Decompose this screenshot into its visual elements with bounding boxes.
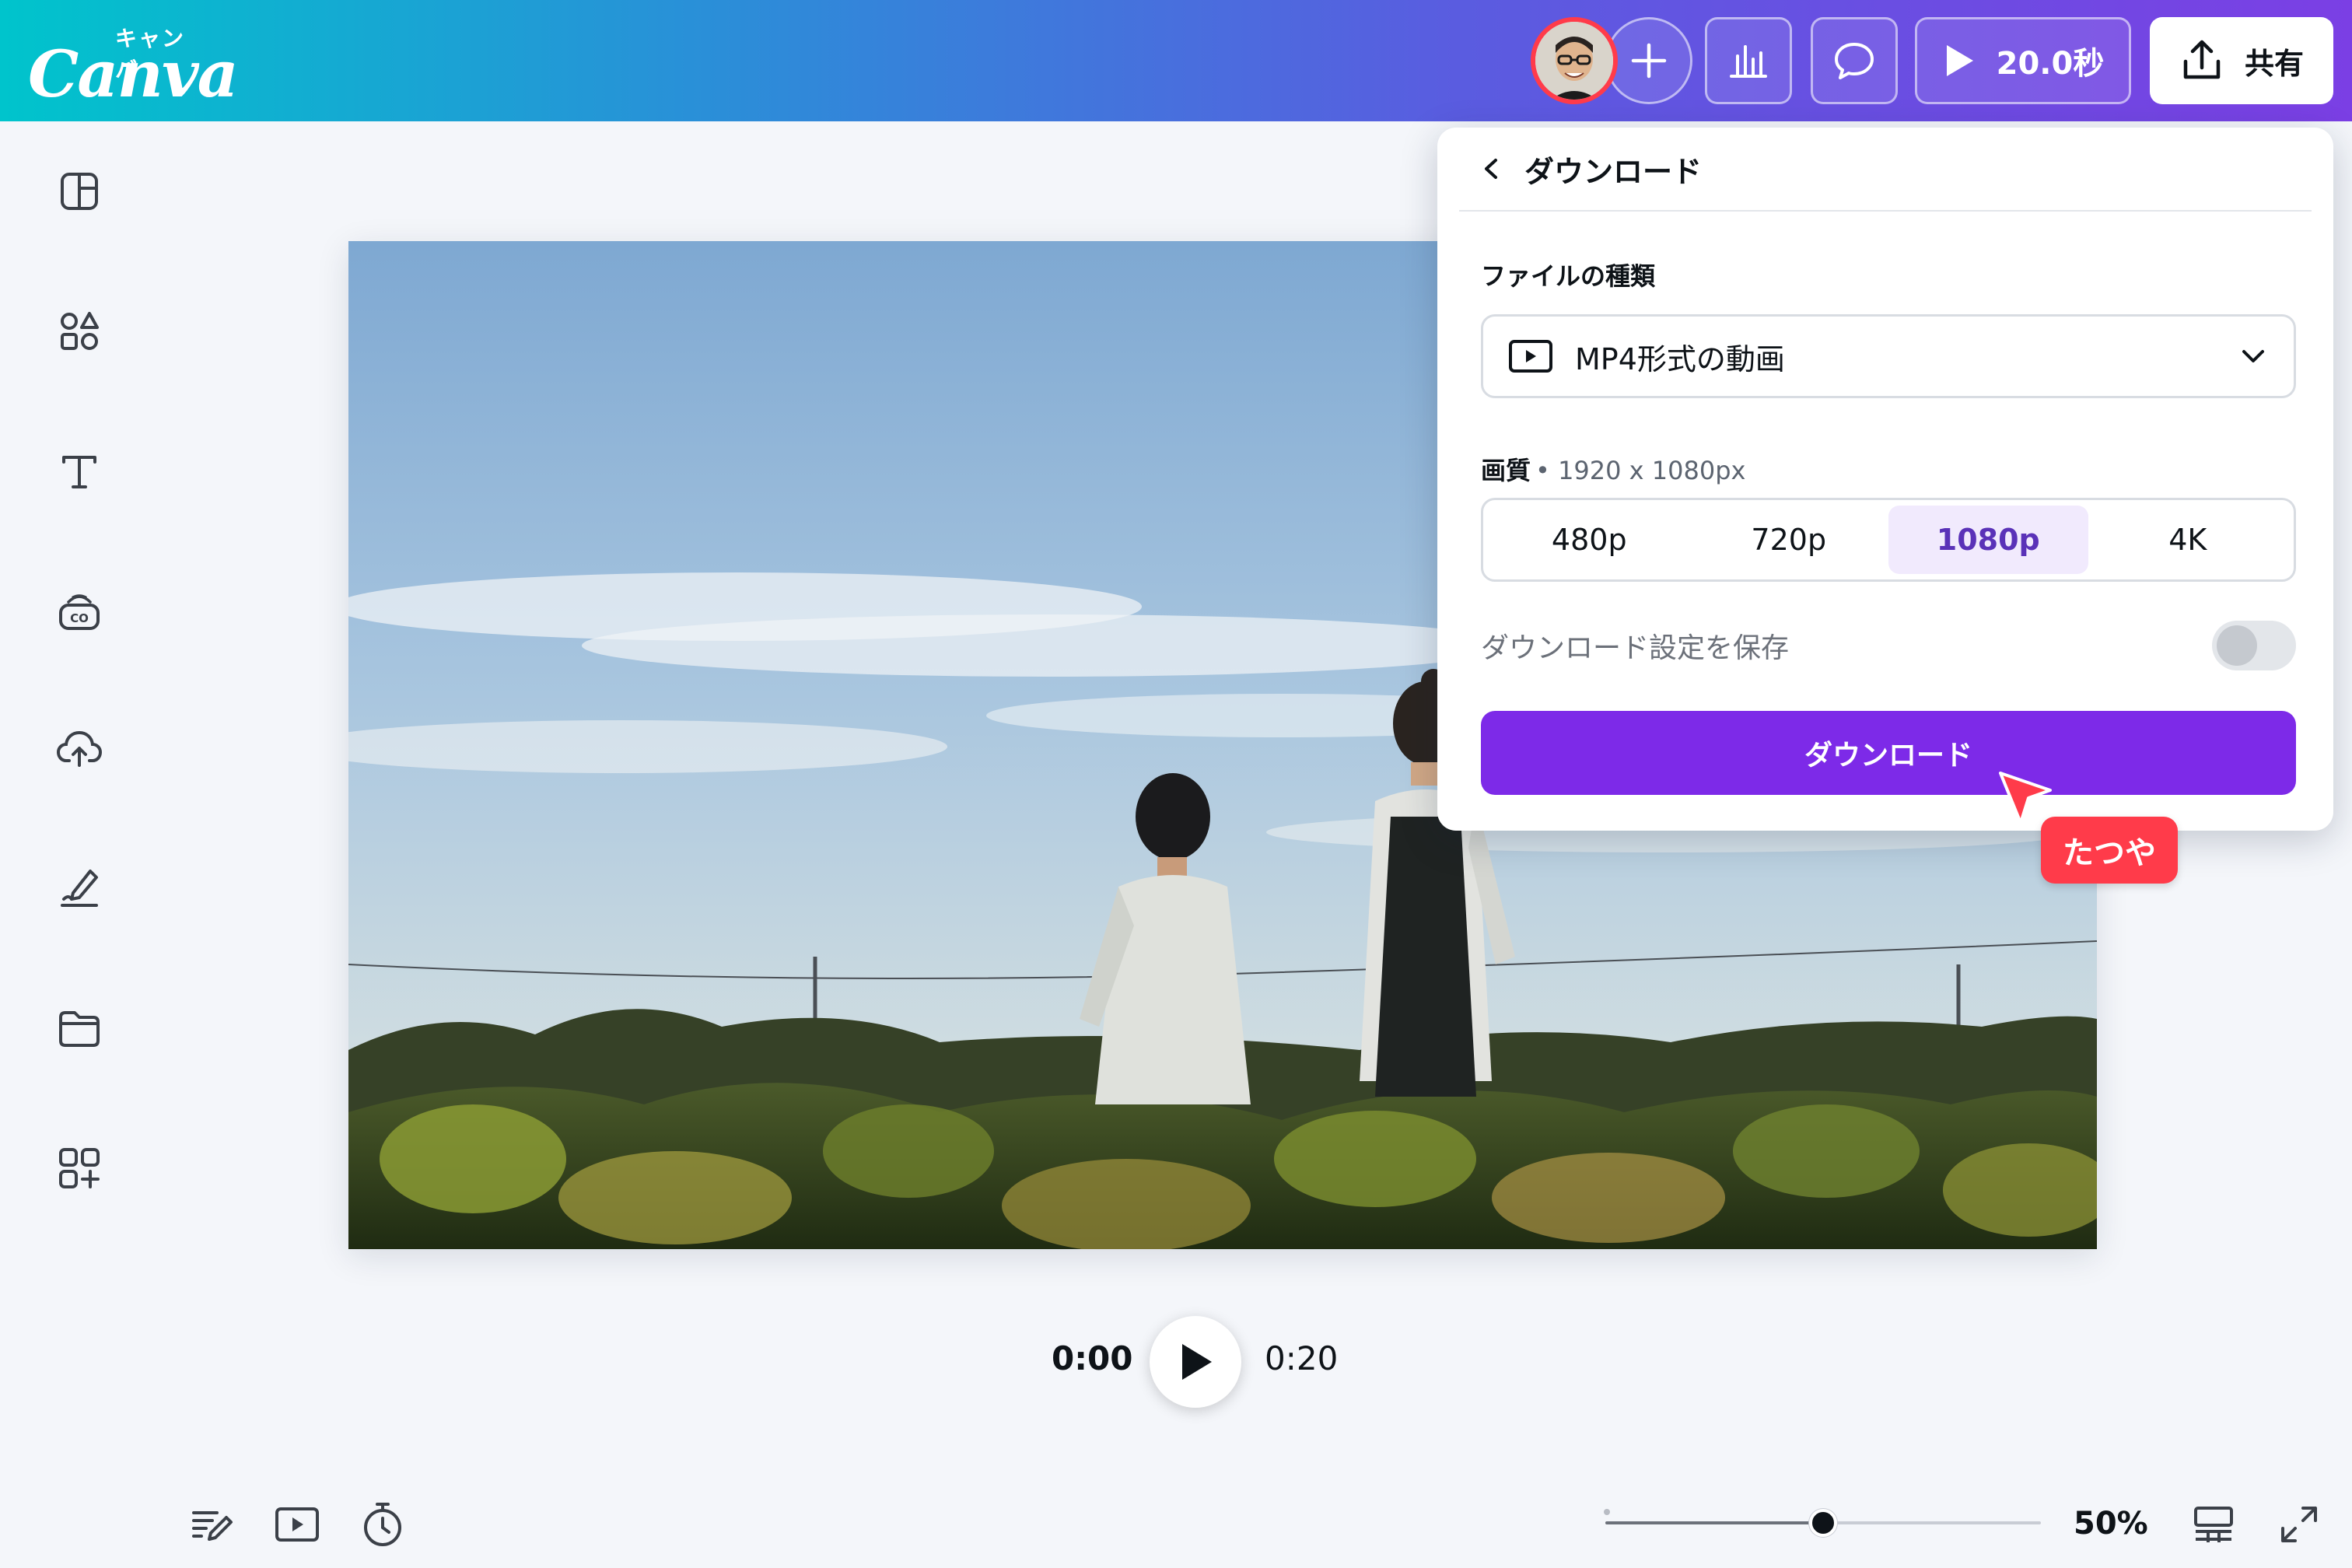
quality-selector: 480p 720p 1080p 4K — [1481, 498, 2296, 582]
svg-text:CO: CO — [70, 611, 89, 625]
logo-wordmark: Canva — [28, 37, 239, 112]
sidebar-item-text[interactable] — [47, 439, 112, 504]
sidebar-item-uploads[interactable] — [47, 716, 112, 781]
present-play-button[interactable]: 20.0秒 — [1915, 17, 2131, 104]
sidebar-item-elements[interactable] — [47, 299, 112, 364]
save-settings-label: ダウンロード設定を保存 — [1481, 632, 1790, 664]
video-timeline-icon — [275, 1507, 319, 1542]
top-bar: キャンバ Canva 20.0秒 共有 — [0, 0, 2352, 121]
apps-icon — [59, 1148, 100, 1188]
timer-button[interactable] — [355, 1496, 411, 1552]
canvas-play-button[interactable] — [1150, 1316, 1241, 1408]
timer-icon — [364, 1503, 401, 1546]
zoom-slider-fill — [1605, 1521, 1823, 1524]
panel-header: ダウンロード — [1459, 128, 2312, 212]
download-panel: ダウンロード ファイルの種類 MP4形式の動画 画質 • 1920 x 1080p… — [1437, 128, 2333, 831]
chevron-down-icon — [2242, 350, 2264, 362]
user-avatar[interactable] — [1531, 17, 1618, 104]
share-button[interactable]: 共有 — [2150, 17, 2333, 104]
play-icon — [1182, 1344, 1212, 1380]
toggle-knob — [2217, 625, 2257, 666]
plus-icon — [1631, 43, 1667, 79]
quality-option-4k[interactable]: 4K — [2088, 506, 2288, 574]
chevron-left-icon — [1485, 159, 1497, 179]
sidebar-item-draw[interactable] — [47, 854, 112, 919]
quality-label: 画質 • 1920 x 1080px — [1481, 451, 1745, 487]
notes-button[interactable] — [184, 1496, 240, 1552]
layout-icon — [61, 173, 98, 210]
avatar-image — [1535, 22, 1613, 100]
upload-icon — [56, 730, 103, 767]
zoom-slider-handle[interactable] — [1809, 1509, 1837, 1537]
share-upload-icon — [2183, 40, 2221, 79]
quality-title: 画質 — [1481, 456, 1531, 485]
total-duration: 0:20 — [1265, 1339, 1339, 1377]
play-icon — [1946, 45, 1973, 76]
fullscreen-icon — [2281, 1507, 2317, 1542]
panel-title: ダウンロード — [1524, 154, 1703, 189]
add-collaborator-button[interactable] — [1605, 17, 1692, 104]
zoom-min-marker — [1604, 1509, 1610, 1515]
quality-option-720p[interactable]: 720p — [1689, 506, 1889, 574]
bar-chart-icon — [1730, 45, 1767, 78]
file-type-select[interactable]: MP4形式の動画 — [1481, 314, 2296, 398]
elements-icon — [61, 312, 99, 350]
share-label: 共有 — [2244, 46, 2304, 81]
comment-button[interactable] — [1811, 17, 1898, 104]
brand-icon: CO — [59, 594, 100, 630]
file-type-value: MP4形式の動画 — [1575, 341, 1785, 376]
current-time: 0:00 — [1052, 1339, 1133, 1377]
video-file-icon — [1509, 340, 1552, 373]
quality-option-1080p[interactable]: 1080p — [1888, 506, 2088, 574]
sidebar-item-projects[interactable] — [47, 996, 112, 1061]
quality-option-480p[interactable]: 480p — [1489, 506, 1689, 574]
grid-view-icon — [2194, 1507, 2233, 1542]
zoom-slider[interactable] — [1605, 1509, 2041, 1537]
sidebar-item-brand[interactable]: CO — [47, 579, 112, 644]
sidebar-item-apps[interactable] — [47, 1136, 112, 1201]
back-button[interactable] — [1459, 136, 1524, 201]
collaborator-name-tag: たつや — [2041, 817, 2178, 884]
grid-view-button[interactable] — [2186, 1496, 2242, 1552]
save-settings-row: ダウンロード設定を保存 — [1481, 614, 2296, 677]
download-button[interactable]: ダウンロード — [1481, 711, 2296, 795]
save-settings-toggle[interactable] — [2212, 621, 2296, 670]
canva-logo[interactable]: キャンバ Canva — [28, 22, 239, 112]
insights-button[interactable] — [1705, 17, 1792, 104]
folder-icon — [59, 1011, 100, 1047]
comment-icon — [1835, 43, 1874, 79]
quality-resolution: • 1920 x 1080px — [1535, 456, 1746, 485]
file-type-label: ファイルの種類 — [1481, 261, 1656, 291]
duration-label: 20.0秒 — [1996, 46, 2105, 82]
fullscreen-button[interactable] — [2271, 1496, 2327, 1552]
draw-icon — [61, 870, 98, 907]
notes-edit-icon — [192, 1511, 233, 1541]
timeline-button[interactable] — [269, 1496, 325, 1552]
zoom-percent[interactable]: 50% — [2074, 1506, 2148, 1542]
sidebar-item-design[interactable] — [47, 159, 112, 224]
text-icon — [62, 456, 96, 488]
